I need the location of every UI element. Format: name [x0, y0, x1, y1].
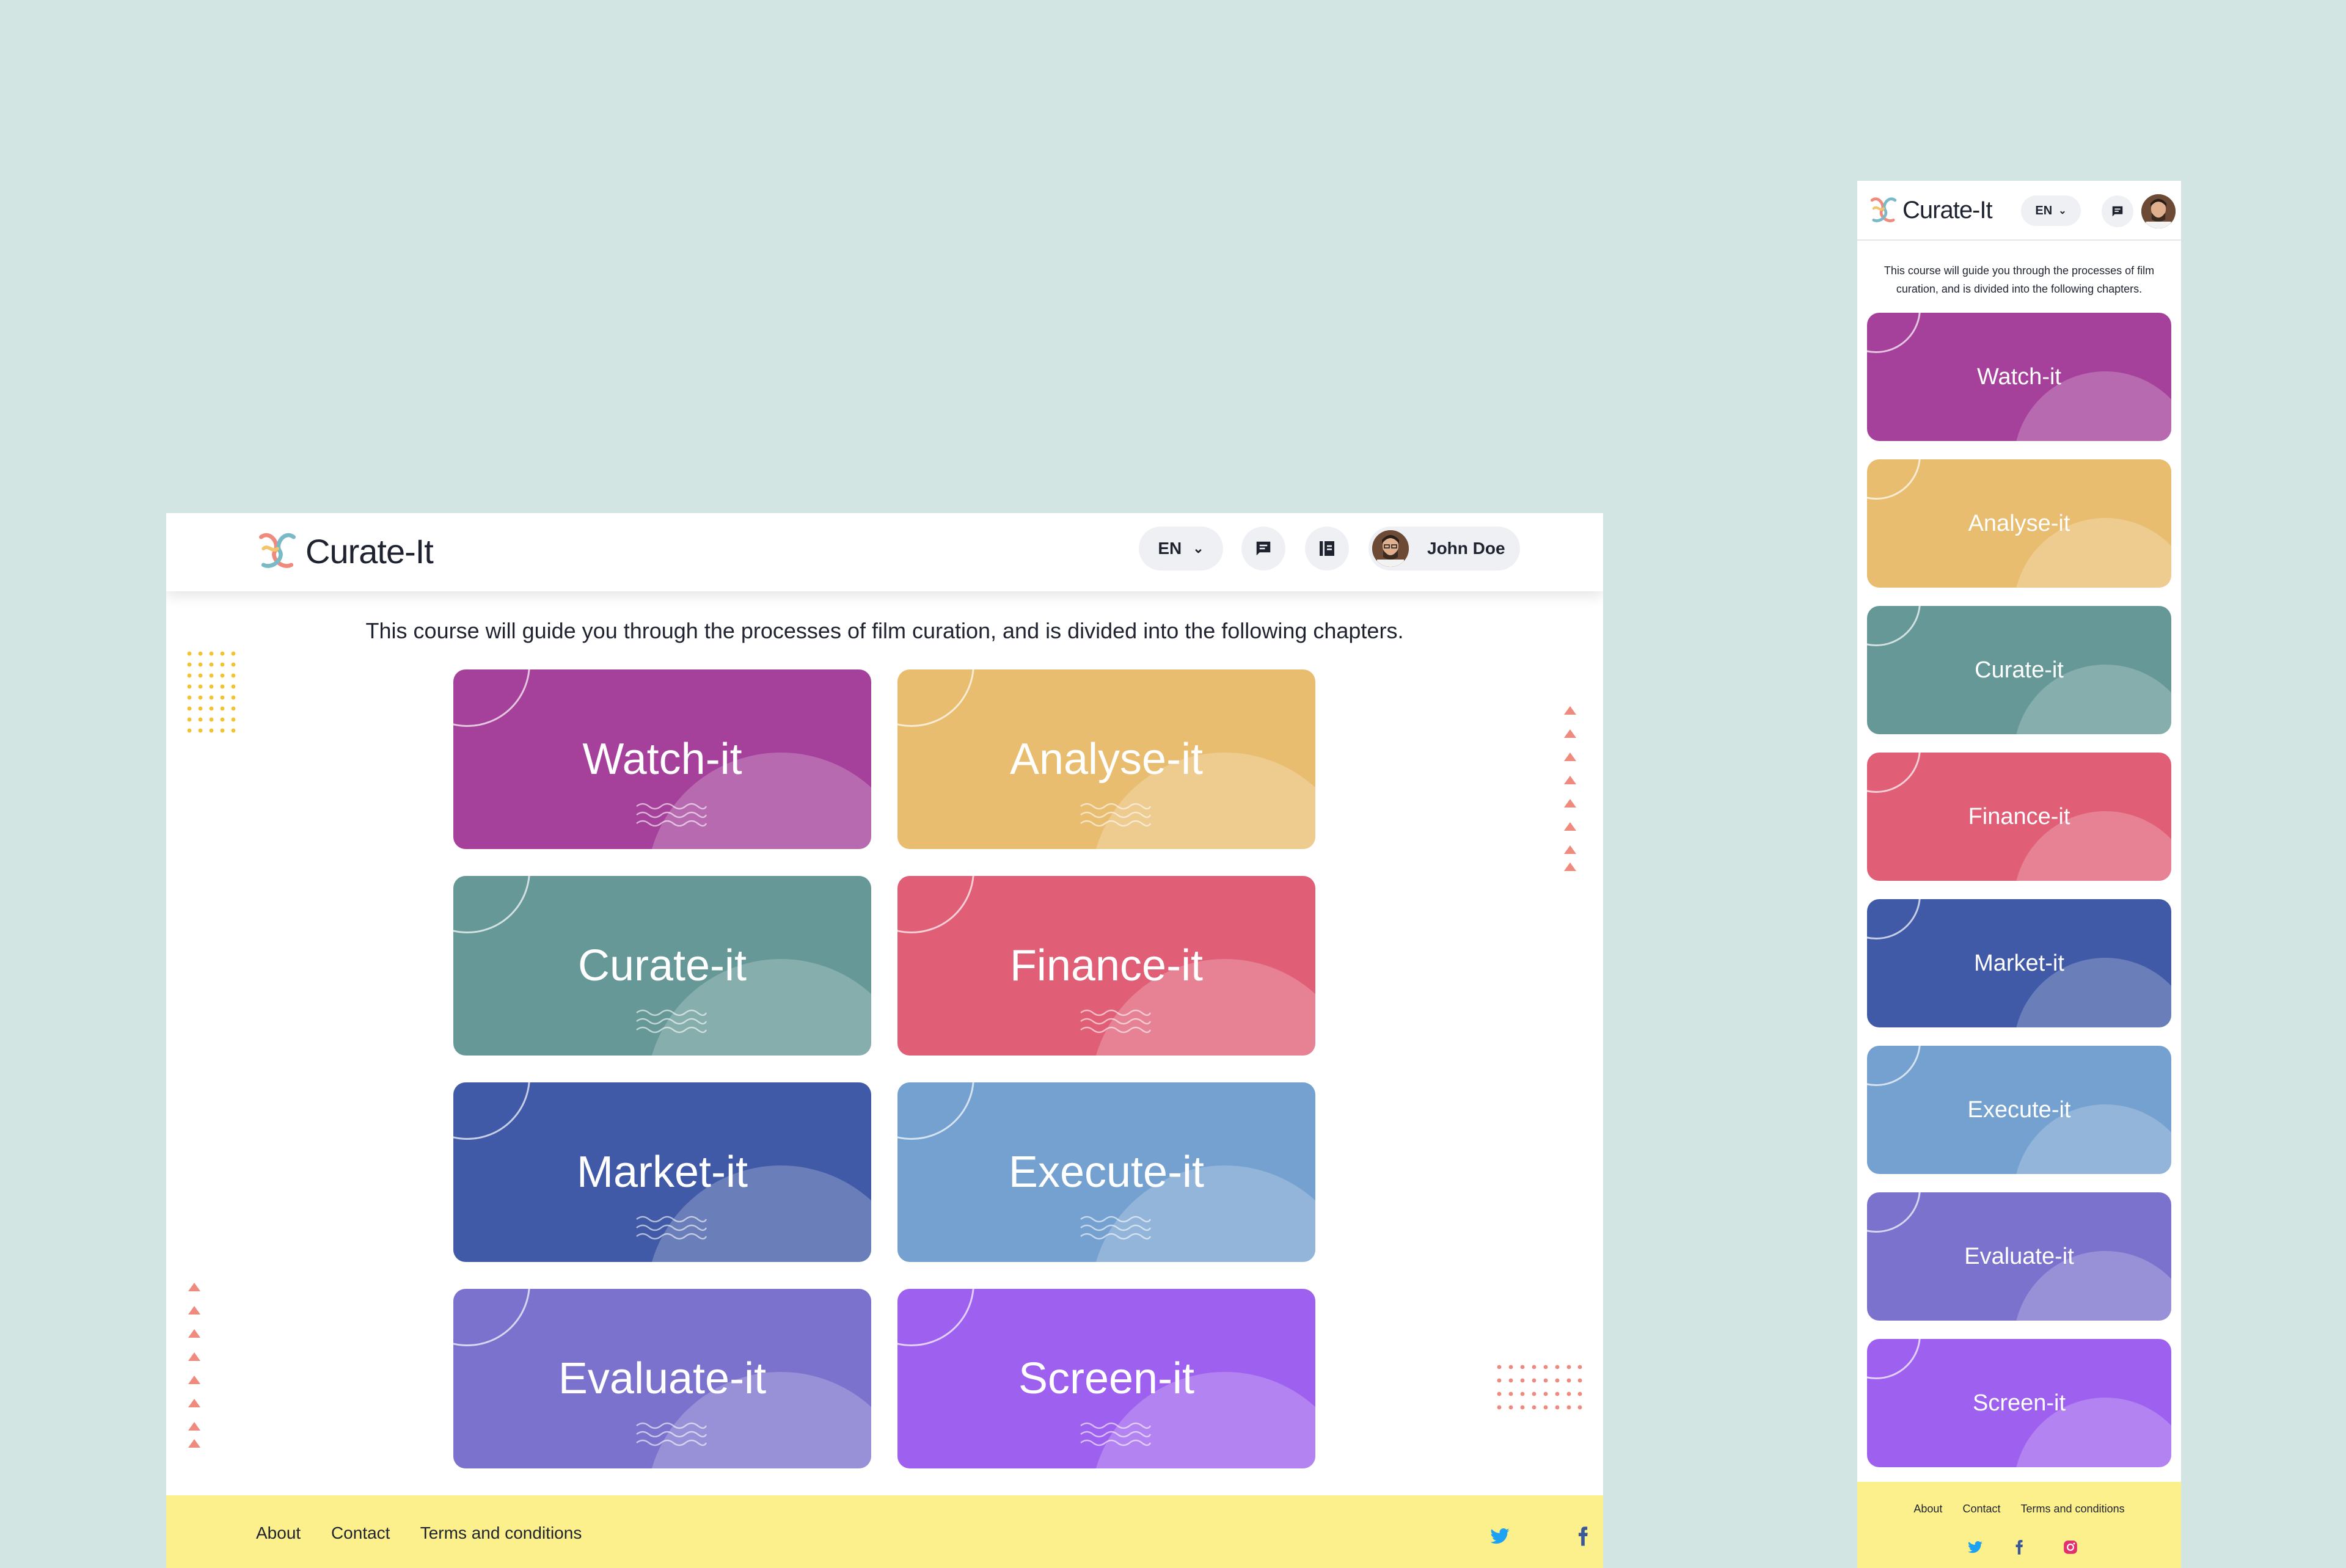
language-selector[interactable]: EN ⌄	[2021, 195, 2081, 226]
chapter-title: Screen-it	[1018, 1354, 1195, 1403]
chapter-card-evaluate-it[interactable]: Evaluate-it	[453, 1289, 871, 1468]
notebook-button[interactable]	[1305, 527, 1349, 571]
twitter-icon[interactable]	[1967, 1539, 1983, 1555]
dots-decoration	[1497, 1365, 1582, 1410]
chapter-card-evaluate-it[interactable]: Evaluate-it	[1867, 1192, 2171, 1321]
chapter-title: Evaluate-it	[558, 1354, 767, 1403]
course-intro-text: This course will guide you through the p…	[365, 618, 1404, 643]
avatar[interactable]	[2141, 194, 2176, 228]
logo-icon	[1870, 197, 1897, 222]
wave-icon	[1080, 803, 1152, 827]
avatar	[1372, 530, 1409, 567]
triangles-decoration	[188, 1283, 200, 1448]
language-label: EN	[1158, 539, 1182, 558]
site-header: Curate-It EN ⌄	[1857, 181, 2181, 241]
chevron-down-icon: ⌄	[2058, 206, 2067, 216]
user-photo-icon	[1372, 530, 1409, 567]
triangles-decoration	[1564, 706, 1576, 871]
chapter-title: Curate-it	[1975, 657, 2064, 683]
user-menu[interactable]: John Doe	[1368, 527, 1520, 571]
wave-icon	[1080, 1216, 1152, 1240]
wave-icon	[1080, 1009, 1152, 1034]
logo-text: Curate-It	[1902, 196, 1993, 224]
chapter-card-analyse-it[interactable]: Analyse-it	[1867, 459, 2171, 588]
chapter-card-watch-it[interactable]: Watch-it	[1867, 313, 2171, 441]
notebook-icon	[1320, 541, 1334, 556]
footer-links: About Contact Terms and conditions	[1857, 1503, 2181, 1515]
chat-icon	[2112, 206, 2123, 217]
footer-link-contact[interactable]: Contact	[331, 1523, 390, 1542]
wave-icon	[636, 803, 707, 827]
chapter-title: Evaluate-it	[1964, 1243, 2074, 1269]
chat-icon	[1256, 541, 1271, 556]
logo[interactable]: Curate-It	[254, 527, 434, 575]
twitter-icon[interactable]	[1489, 1526, 1510, 1547]
language-label: EN	[2035, 203, 2053, 217]
wave-icon	[636, 1009, 707, 1034]
wave-icon	[636, 1422, 707, 1446]
chapter-title: Execute-it	[1008, 1148, 1205, 1197]
footer-link-about[interactable]: About	[256, 1523, 301, 1542]
chapter-card-market-it[interactable]: Market-it	[453, 1082, 871, 1262]
logo-icon	[259, 533, 296, 568]
chapter-title: Screen-it	[1972, 1390, 2066, 1416]
chapter-title: Execute-it	[1967, 1096, 2071, 1123]
chapter-title: Curate-it	[577, 941, 747, 990]
chapter-title: Market-it	[576, 1148, 748, 1197]
chapter-title: Analyse-it	[1009, 735, 1204, 784]
chapter-title: Finance-it	[1009, 941, 1204, 990]
chapter-card-market-it[interactable]: Market-it	[1867, 899, 2171, 1027]
chapter-card-curate-it[interactable]: Curate-it	[1867, 606, 2171, 734]
site-footer: About Contact Terms and conditions	[166, 1495, 1603, 1568]
instagram-icon[interactable]	[2063, 1539, 2078, 1555]
user-photo-icon	[2141, 194, 2176, 228]
wave-icon	[1080, 1422, 1152, 1446]
chapter-card-screen-it[interactable]: Screen-it	[897, 1289, 1315, 1468]
chapter-card-finance-it[interactable]: Finance-it	[897, 876, 1315, 1056]
chapter-title: Watch-it	[582, 735, 742, 784]
chapter-card-analyse-it[interactable]: Analyse-it	[897, 669, 1315, 849]
chapter-title: Finance-it	[1968, 803, 2070, 830]
language-selector[interactable]: EN ⌄	[1139, 527, 1223, 571]
logo[interactable]: Curate-It	[1867, 193, 1993, 227]
mobile-page-mockup: Curate-It EN ⌄ This course will guide yo…	[1857, 181, 2181, 1568]
footer-link-terms[interactable]: Terms and conditions	[2021, 1503, 2125, 1515]
course-intro-text: This course will guide you through the p…	[1884, 264, 2155, 295]
wave-icon	[636, 1216, 707, 1240]
chapter-card-curate-it[interactable]: Curate-it	[453, 876, 871, 1056]
chapter-card-execute-it[interactable]: Execute-it	[1867, 1046, 2171, 1174]
messages-button[interactable]	[2102, 195, 2133, 227]
facebook-icon[interactable]	[1573, 1526, 1593, 1547]
chapter-card-finance-it[interactable]: Finance-it	[1867, 753, 2171, 881]
dots-decoration	[187, 651, 236, 733]
facebook-icon[interactable]	[2011, 1539, 2027, 1555]
chapter-card-execute-it[interactable]: Execute-it	[897, 1082, 1315, 1262]
chapter-card-screen-it[interactable]: Screen-it	[1867, 1339, 2171, 1467]
user-name: John Doe	[1427, 539, 1505, 558]
chapter-card-watch-it[interactable]: Watch-it	[453, 669, 871, 849]
messages-button[interactable]	[1241, 527, 1285, 571]
site-footer: About Contact Terms and conditions	[1857, 1482, 2181, 1568]
chapter-title: Market-it	[1974, 950, 2064, 976]
footer-link-contact[interactable]: Contact	[1962, 1503, 2000, 1515]
logo-text: Curate-It	[305, 531, 434, 571]
footer-link-about[interactable]: About	[1913, 1503, 1942, 1515]
chapter-title: Watch-it	[1977, 363, 2061, 390]
chapter-title: Analyse-it	[1968, 510, 2070, 536]
site-header: Curate-It EN ⌄	[166, 513, 1603, 591]
footer-links: About Contact Terms and conditions	[256, 1523, 607, 1543]
footer-link-terms[interactable]: Terms and conditions	[420, 1523, 582, 1542]
desktop-page-mockup: Curate-It EN ⌄ John Doe This course will…	[166, 513, 1603, 1568]
chevron-down-icon: ⌄	[1193, 541, 1204, 556]
